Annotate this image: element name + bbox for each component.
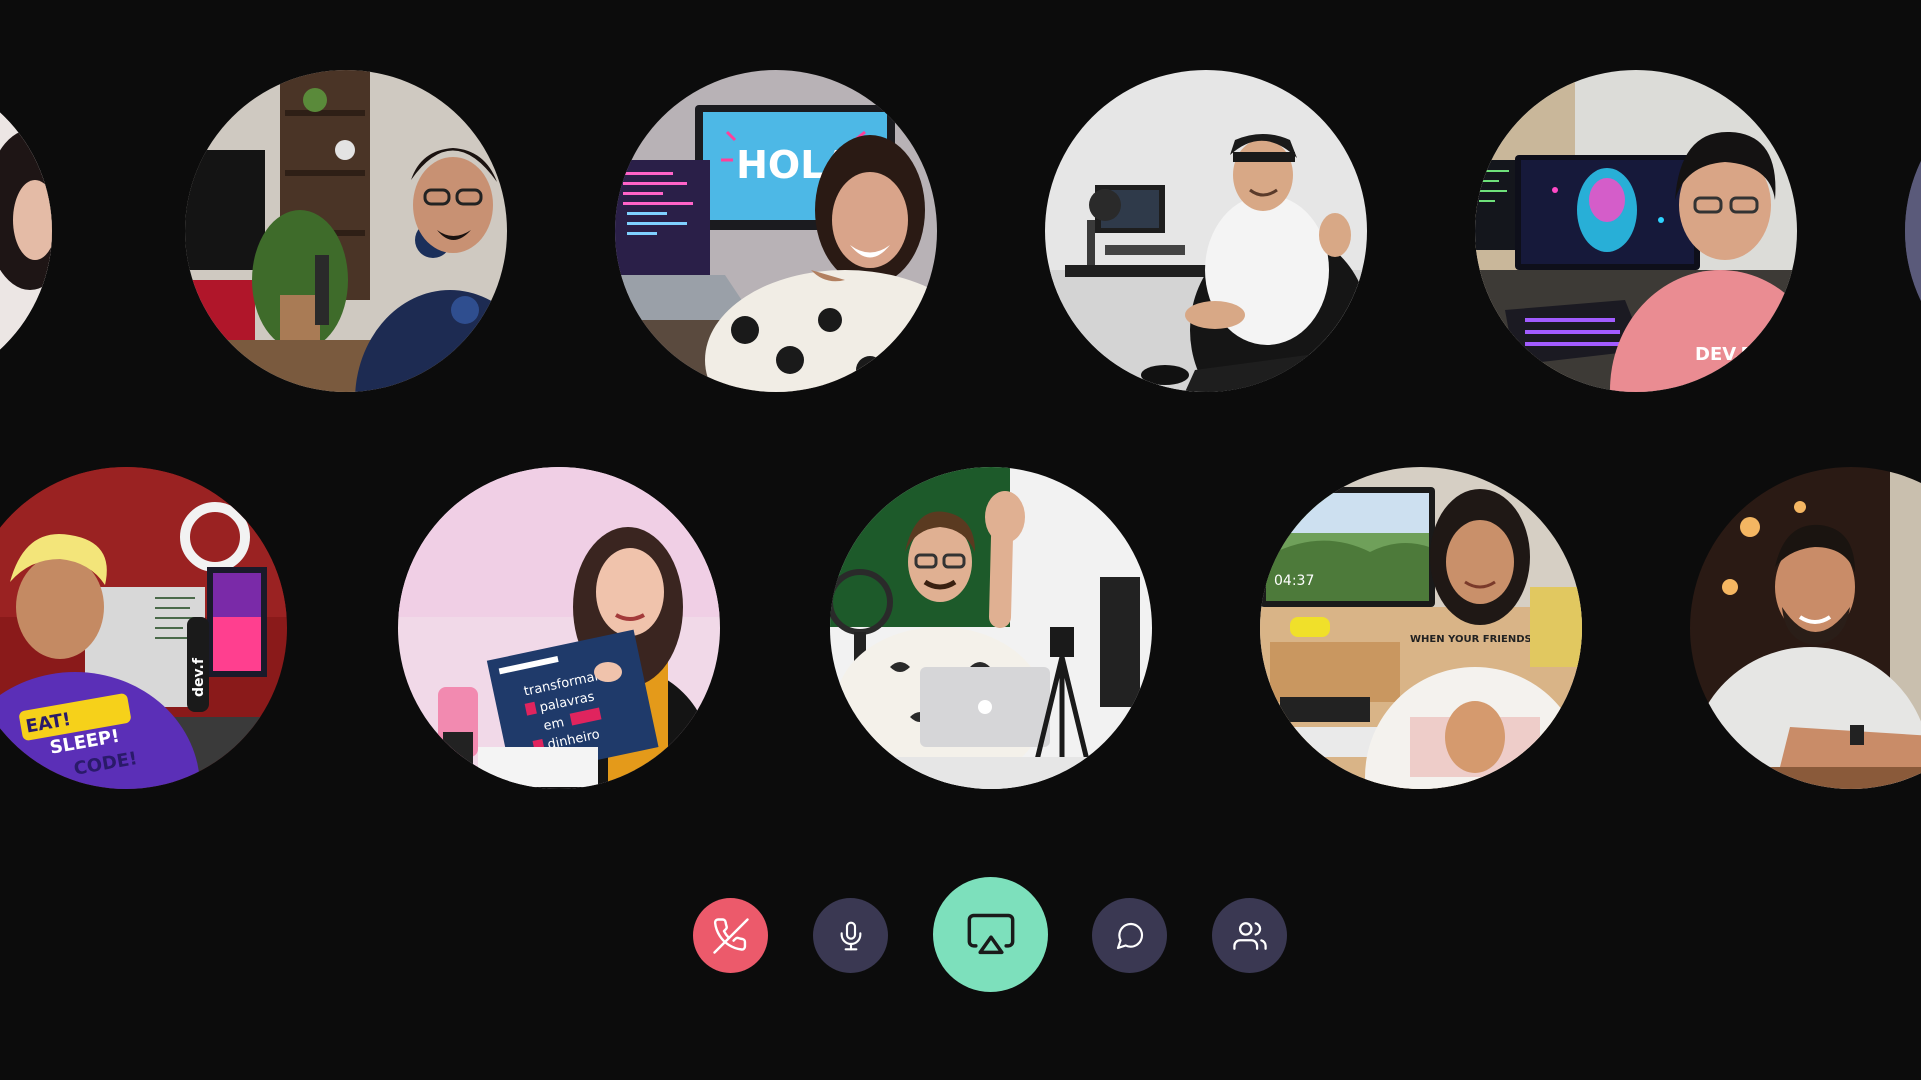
participant-tile-8[interactable]	[830, 467, 1152, 789]
participant-video	[1690, 467, 1921, 789]
participant-tile-10[interactable]	[1690, 467, 1921, 789]
phone-off-icon	[712, 917, 749, 954]
chat-bubble-icon	[1116, 922, 1143, 949]
participant-tile-1[interactable]	[185, 70, 507, 392]
share-screen-button[interactable]: screen-share-icon	[933, 877, 1048, 992]
bottle-label: dev.f	[191, 657, 207, 697]
mic-icon	[840, 921, 861, 950]
participant-video: 04:37 WHEN YOUR FRIENDS INSIST	[1260, 467, 1582, 789]
participant-tile-5[interactable]	[1905, 70, 1921, 392]
participant-tile-2[interactable]: HOLA	[615, 70, 937, 392]
chat-button[interactable]: chat-bubble-icon	[1092, 898, 1167, 973]
participant-tile-9[interactable]: 04:37 WHEN YOUR FRIENDS INSIST	[1260, 467, 1582, 789]
end-call-button[interactable]: phone-off-icon	[693, 898, 768, 973]
screen-share-icon	[967, 913, 1014, 954]
participant-video	[0, 70, 52, 392]
people-icon	[1232, 921, 1267, 950]
participant-video: dev.f EAT! SLEEP! CODE!	[0, 467, 287, 789]
participant-tile-0[interactable]	[0, 70, 52, 392]
participant-tile-7[interactable]: transformando palavras em dinheiro	[398, 467, 720, 789]
participant-tile-6[interactable]: dev.f EAT! SLEEP! CODE!	[0, 467, 287, 789]
call-controls-bar: phone-off-icon mic-icon screen-share-ico…	[0, 877, 1921, 993]
participant-video	[185, 70, 507, 392]
video-call-stage: HOLA DEV.F dev.f EAT! SLEEP! CODE! trans…	[0, 0, 1921, 1080]
participant-video: transformando palavras em dinheiro	[398, 467, 720, 789]
participant-video	[1045, 70, 1367, 392]
participant-tile-4[interactable]: DEV.F	[1475, 70, 1797, 392]
participant-tile-3[interactable]	[1045, 70, 1367, 392]
microphone-button[interactable]: mic-icon	[813, 898, 888, 973]
participant-video: DEV.F	[1475, 70, 1797, 392]
participant-video: HOLA	[615, 70, 937, 392]
shirt-logo-text: DEV.F	[1695, 344, 1753, 365]
monitor-clock: 04:37	[1274, 573, 1314, 589]
participant-video	[1905, 70, 1921, 392]
participant-video	[830, 467, 1152, 789]
participants-button[interactable]: people-icon	[1212, 898, 1287, 973]
